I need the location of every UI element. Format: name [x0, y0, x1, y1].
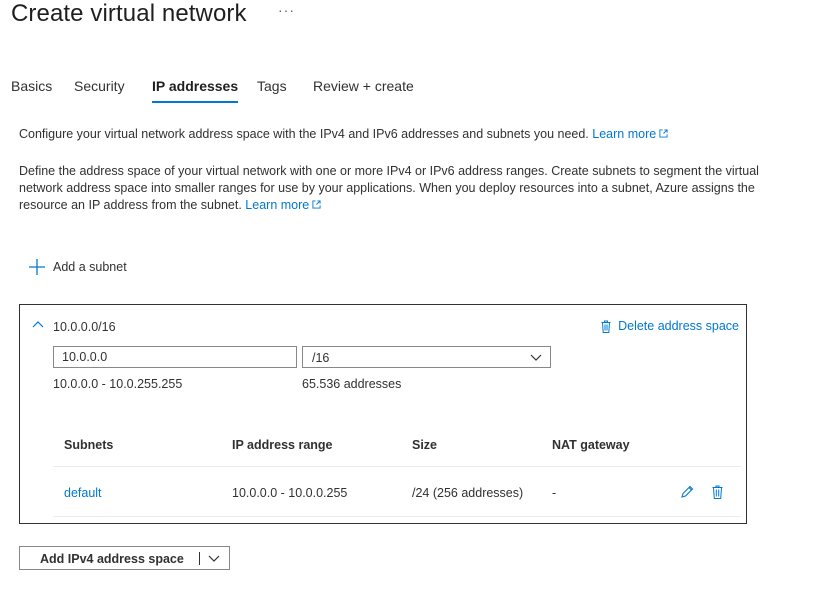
add-ipv4-address-space-label: Add IPv4 address space [40, 552, 184, 566]
chevron-down-icon [530, 354, 542, 361]
address-range-text: 10.0.0.0 - 10.0.255.255 [53, 377, 183, 391]
tab-review-create[interactable]: Review + create [313, 78, 414, 94]
delete-address-space-label: Delete address space [618, 319, 739, 333]
learn-more-link-intro[interactable]: Learn more [592, 127, 668, 141]
prefix-value: /16 [312, 351, 330, 365]
column-header-size: Size [412, 438, 438, 452]
learn-more-link-description[interactable]: Learn more [245, 198, 321, 212]
subnet-size: /24 (256 addresses) [412, 486, 524, 500]
tab-security[interactable]: Security [74, 78, 125, 94]
add-subnet-button[interactable]: Add a subnet [28, 256, 127, 278]
tab-basics[interactable]: Basics [11, 78, 52, 94]
page-title: Create virtual network [11, 0, 247, 27]
intro-text: Configure your virtual network address s… [19, 126, 759, 143]
table-divider [53, 516, 741, 517]
chevron-up-icon[interactable] [32, 320, 44, 328]
chevron-down-icon[interactable] [208, 555, 220, 562]
add-subnet-label: Add a subnet [53, 260, 127, 274]
trash-icon[interactable] [712, 485, 723, 499]
trash-icon [601, 320, 611, 333]
address-count-text: 65.536 addresses [302, 377, 402, 391]
subnet-name-link[interactable]: default [64, 486, 102, 500]
description-text-body: Define the address space of your virtual… [19, 164, 759, 212]
address-space-panel: 10.0.0.0/16 Delete address space /16 10.… [19, 304, 747, 524]
prefix-dropdown[interactable]: /16 [302, 346, 551, 368]
intro-text-body: Configure your virtual network address s… [19, 127, 589, 141]
address-space-title: 10.0.0.0/16 [53, 320, 116, 334]
tab-tags[interactable]: Tags [257, 78, 287, 94]
add-ipv4-address-space-button[interactable]: Add IPv4 address space [19, 546, 230, 570]
external-link-icon [312, 200, 321, 209]
split-divider [199, 552, 200, 565]
column-header-subnets: Subnets [64, 438, 114, 452]
delete-address-space-button[interactable]: Delete address space [601, 319, 739, 333]
column-header-nat-gateway: NAT gateway [552, 438, 630, 452]
tab-ip-addresses[interactable]: IP addresses [152, 78, 239, 103]
description-text: Define the address space of your virtual… [19, 163, 759, 214]
subnet-nat-gateway: - [552, 486, 557, 500]
plus-icon [29, 259, 45, 275]
subnet-ip-range: 10.0.0.0 - 10.0.0.255 [232, 486, 348, 500]
more-options-icon[interactable]: ··· [278, 2, 295, 18]
ip-address-input[interactable] [53, 346, 297, 368]
column-header-ip-range: IP address range [232, 438, 333, 452]
external-link-icon [659, 129, 668, 138]
pencil-icon[interactable] [680, 485, 694, 499]
table-divider [53, 466, 741, 467]
